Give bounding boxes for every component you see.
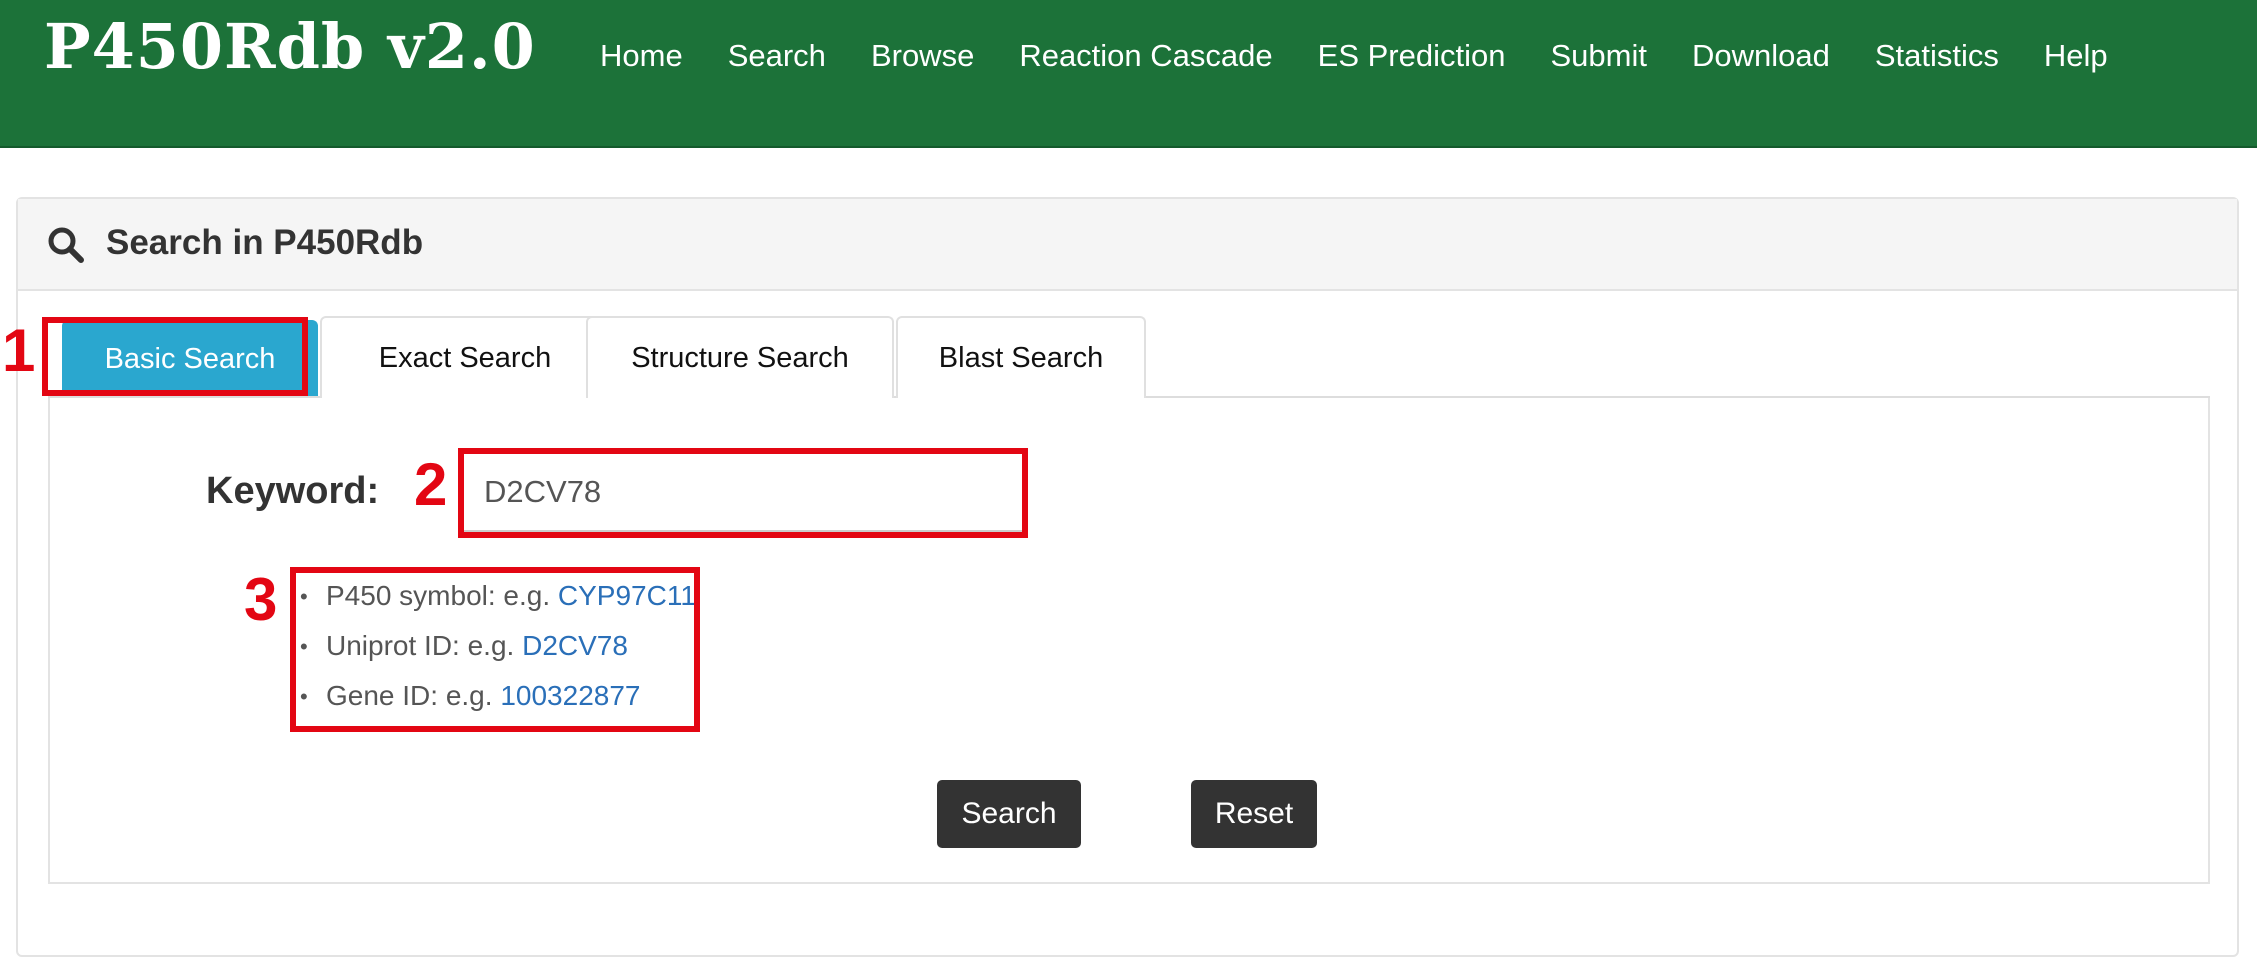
tab-basic-search[interactable]: Basic Search — [62, 320, 318, 396]
annotation-number-1: 1 — [2, 317, 36, 384]
search-tabs: Basic Search Exact Search Structure Sear… — [48, 316, 2210, 398]
nav-link-reaction-cascade[interactable]: Reaction Cascade — [1019, 38, 1272, 74]
search-icon — [48, 227, 84, 263]
annotation-number-3: 3 — [244, 566, 278, 633]
panel-title: Search in P450Rdb — [106, 223, 424, 262]
nav-link-search[interactable]: Search — [728, 38, 826, 74]
keyword-input[interactable] — [460, 452, 1028, 532]
tab-blast-search[interactable]: Blast Search — [896, 316, 1146, 398]
example-prefix: Uniprot ID: e.g. — [326, 630, 523, 661]
list-item: • Gene ID: e.g. 100322877 — [296, 680, 640, 730]
nav-link-browse[interactable]: Browse — [871, 38, 974, 74]
nav-link-download[interactable]: Download — [1692, 38, 1830, 74]
list-item: • Uniprot ID: e.g. D2CV78 — [296, 630, 628, 680]
nav-link-help[interactable]: Help — [2044, 38, 2108, 74]
nav-link-statistics[interactable]: Statistics — [1875, 38, 1999, 74]
search-panel: Search in P450Rdb Basic Search Exact Sea… — [16, 197, 2239, 957]
bullet-icon: • — [300, 684, 308, 709]
nav-links: Home Search Browse Reaction Cascade ES P… — [600, 0, 2108, 112]
tab-exact-search[interactable]: Exact Search — [320, 316, 610, 398]
panel-heading: Search in P450Rdb — [18, 199, 2237, 291]
search-button[interactable]: Search — [937, 780, 1081, 848]
example-link-p450-symbol[interactable]: CYP97C11 — [558, 580, 696, 611]
reset-button[interactable]: Reset — [1191, 780, 1317, 848]
example-prefix: P450 symbol: e.g. — [326, 580, 558, 611]
bullet-icon: • — [300, 634, 308, 659]
annotation-number-2: 2 — [414, 451, 448, 518]
list-item: • P450 symbol: e.g. CYP97C11 — [296, 580, 696, 630]
tab-structure-search[interactable]: Structure Search — [586, 316, 894, 398]
example-prefix: Gene ID: e.g. — [326, 680, 501, 711]
site-logo[interactable]: P450Rdb v2.0 — [44, 10, 536, 83]
nav-link-submit[interactable]: Submit — [1550, 38, 1646, 74]
top-navbar: P450Rdb v2.0 Home Search Browse Reaction… — [0, 0, 2257, 148]
example-link-gene-id[interactable]: 100322877 — [500, 680, 640, 711]
nav-link-es-prediction[interactable]: ES Prediction — [1318, 38, 1506, 74]
nav-link-home[interactable]: Home — [600, 38, 683, 74]
example-link-uniprot-id[interactable]: D2CV78 — [522, 630, 628, 661]
keyword-label: Keyword: — [206, 470, 380, 512]
bullet-icon: • — [300, 584, 308, 609]
